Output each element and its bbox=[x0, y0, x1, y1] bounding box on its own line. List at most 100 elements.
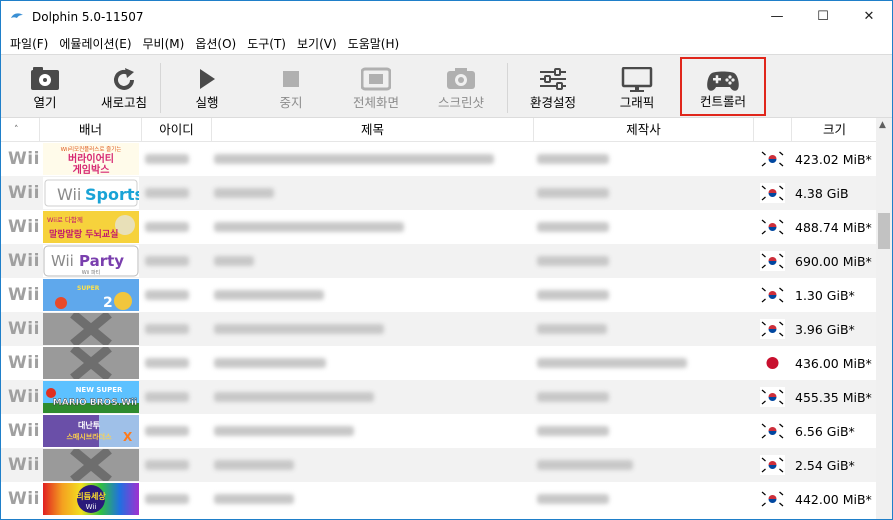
game-row[interactable]: Wii 436.00 MiB* bbox=[1, 346, 877, 380]
game-row[interactable]: Wii Wii Sports 4.38 GiB bbox=[1, 176, 877, 210]
file-size: 2.54 GiB* bbox=[795, 458, 855, 473]
korea-flag-icon bbox=[760, 183, 785, 203]
game-row[interactable]: Wii 대난투 스매시브라더스 X 6.56 GiB* bbox=[1, 414, 877, 448]
korea-flag-icon bbox=[760, 285, 785, 305]
toolbar-separator bbox=[507, 63, 508, 113]
banner-text: Wii bbox=[86, 503, 97, 511]
banner-text: 게임박스 bbox=[73, 163, 110, 175]
game-row[interactable]: Wii 3.96 GiB* bbox=[1, 312, 877, 346]
redacted-game-title bbox=[214, 324, 384, 334]
redacted-game-title bbox=[214, 256, 254, 266]
redacted-game-title bbox=[214, 426, 354, 436]
maximize-button[interactable]: ☐ bbox=[800, 1, 846, 32]
minimize-button[interactable]: — bbox=[754, 1, 800, 32]
redacted-game-title bbox=[214, 188, 274, 198]
file-size: 1.30 GiB* bbox=[795, 288, 855, 303]
redacted-maker bbox=[537, 256, 609, 266]
fullscreen-button[interactable]: 전체화면 bbox=[344, 57, 408, 117]
korea-flag-icon bbox=[760, 251, 785, 271]
redacted-maker bbox=[537, 358, 687, 368]
column-size[interactable]: 크기 bbox=[792, 118, 877, 142]
redacted-game-id bbox=[145, 426, 189, 436]
graphics-button[interactable]: 그래픽 bbox=[605, 57, 669, 117]
korea-flag-icon bbox=[760, 217, 785, 237]
fullscreen-icon bbox=[361, 67, 391, 91]
game-banner: 대난투 스매시브라더스 X bbox=[43, 415, 139, 447]
game-row[interactable]: Wii SUPER 2 1.30 GiB* bbox=[1, 278, 877, 312]
game-banner bbox=[43, 313, 139, 345]
korea-flag-icon bbox=[760, 489, 785, 509]
redacted-game-title bbox=[214, 154, 494, 164]
menu-emulation[interactable]: 에뮬레이션(E) bbox=[54, 35, 136, 52]
banner-text: Wii bbox=[57, 185, 81, 204]
column-id[interactable]: 아이디 bbox=[142, 118, 212, 142]
banner-text: MARIO BROS.Wii bbox=[53, 398, 137, 408]
close-button[interactable]: ✕ bbox=[846, 1, 892, 32]
menu-view[interactable]: 보기(V) bbox=[292, 35, 342, 52]
game-banner: SUPER 2 bbox=[43, 279, 139, 311]
game-banner: Wii Party Wii 파티 bbox=[43, 245, 139, 277]
banner-text: 대난투 bbox=[78, 420, 101, 430]
korea-flag-icon bbox=[760, 455, 785, 475]
toolbar: 열기 새로고침 실행 중지 전체화면 스크린샷 환경설정 그래픽 컨트롤러 bbox=[1, 54, 892, 118]
column-title[interactable]: 제목 bbox=[212, 118, 534, 142]
redacted-game-title bbox=[214, 392, 374, 402]
banner-text: SUPER bbox=[77, 285, 100, 292]
scroll-up-arrow-icon[interactable]: ▲ bbox=[879, 120, 886, 130]
banner-text: Party bbox=[79, 252, 124, 270]
file-size: 436.00 MiB* bbox=[795, 356, 872, 371]
column-region[interactable] bbox=[754, 118, 792, 142]
column-banner[interactable]: 배너 bbox=[40, 118, 142, 142]
refresh-icon bbox=[114, 68, 134, 90]
banner-text: 스매시브라더스 bbox=[66, 432, 112, 441]
korea-flag-icon bbox=[760, 421, 785, 441]
game-row[interactable]: Wii Wii리모컨플러스로 즐기는 버라이어티 게임박스 423.02 MiB… bbox=[1, 142, 877, 176]
game-row[interactable]: Wii Wii Party Wii 파티 690.00 MiB* bbox=[1, 244, 877, 278]
graphics-label: 그래픽 bbox=[619, 95, 655, 110]
platform-label: Wii bbox=[8, 421, 40, 441]
redacted-maker bbox=[537, 290, 609, 300]
banner-text: NEW SUPER bbox=[76, 386, 123, 394]
game-row[interactable]: Wii NEW SUPER MARIO BROS.Wii 455.35 MiB* bbox=[1, 380, 877, 414]
controllers-button[interactable]: 컨트롤러 bbox=[680, 57, 766, 116]
redacted-game-id bbox=[145, 324, 189, 334]
play-button[interactable]: 실행 bbox=[177, 57, 237, 117]
open-button[interactable]: 열기 bbox=[13, 57, 77, 117]
open-label: 열기 bbox=[33, 95, 57, 110]
menu-options[interactable]: 옵션(O) bbox=[190, 35, 241, 52]
banner-text: Wii 파티 bbox=[82, 269, 100, 276]
config-button[interactable]: 환경설정 bbox=[521, 57, 585, 117]
toolbar-separator bbox=[160, 63, 161, 113]
redacted-game-title bbox=[214, 222, 404, 232]
file-size: 3.96 GiB* bbox=[795, 322, 855, 337]
menu-file[interactable]: 파일(F) bbox=[5, 35, 53, 52]
refresh-button[interactable]: 새로고침 bbox=[93, 57, 155, 117]
game-row[interactable]: Wii 리듬세상 Wii 442.00 MiB* bbox=[1, 482, 877, 516]
menu-help[interactable]: 도움말(H) bbox=[343, 35, 405, 52]
banner-text: 리듬세상 bbox=[76, 491, 106, 501]
redacted-game-id bbox=[145, 358, 189, 368]
redacted-game-title bbox=[214, 358, 326, 368]
platform-label: Wii bbox=[8, 455, 40, 475]
banner-text: 2 bbox=[103, 295, 113, 311]
column-platform[interactable]: ˄ bbox=[1, 118, 40, 142]
menu-movie[interactable]: 무비(M) bbox=[138, 35, 190, 52]
column-maker[interactable]: 제작사 bbox=[534, 118, 754, 142]
game-row[interactable]: Wii Wii로 다함께 말랑말랑 두뇌교실 488.74 MiB* bbox=[1, 210, 877, 244]
redacted-game-id bbox=[145, 222, 189, 232]
menu-tools[interactable]: 도구(T) bbox=[242, 35, 291, 52]
redacted-maker bbox=[537, 392, 609, 402]
redacted-game-title bbox=[214, 494, 294, 504]
screenshot-button[interactable]: 스크린샷 bbox=[429, 57, 493, 117]
file-size: 690.00 MiB* bbox=[795, 254, 872, 269]
game-row[interactable]: Wii 2.54 GiB* bbox=[1, 448, 877, 482]
refresh-label: 새로고침 bbox=[100, 95, 147, 110]
vertical-scrollbar[interactable]: ▲ bbox=[876, 118, 892, 519]
game-banner: NEW SUPER MARIO BROS.Wii bbox=[43, 381, 139, 413]
file-size: 442.00 MiB* bbox=[795, 492, 872, 507]
config-label: 환경설정 bbox=[529, 95, 576, 110]
redacted-maker bbox=[537, 188, 609, 198]
scrollbar-thumb[interactable] bbox=[878, 213, 890, 249]
platform-label: Wii bbox=[8, 319, 40, 339]
stop-button[interactable]: 중지 bbox=[261, 57, 321, 117]
